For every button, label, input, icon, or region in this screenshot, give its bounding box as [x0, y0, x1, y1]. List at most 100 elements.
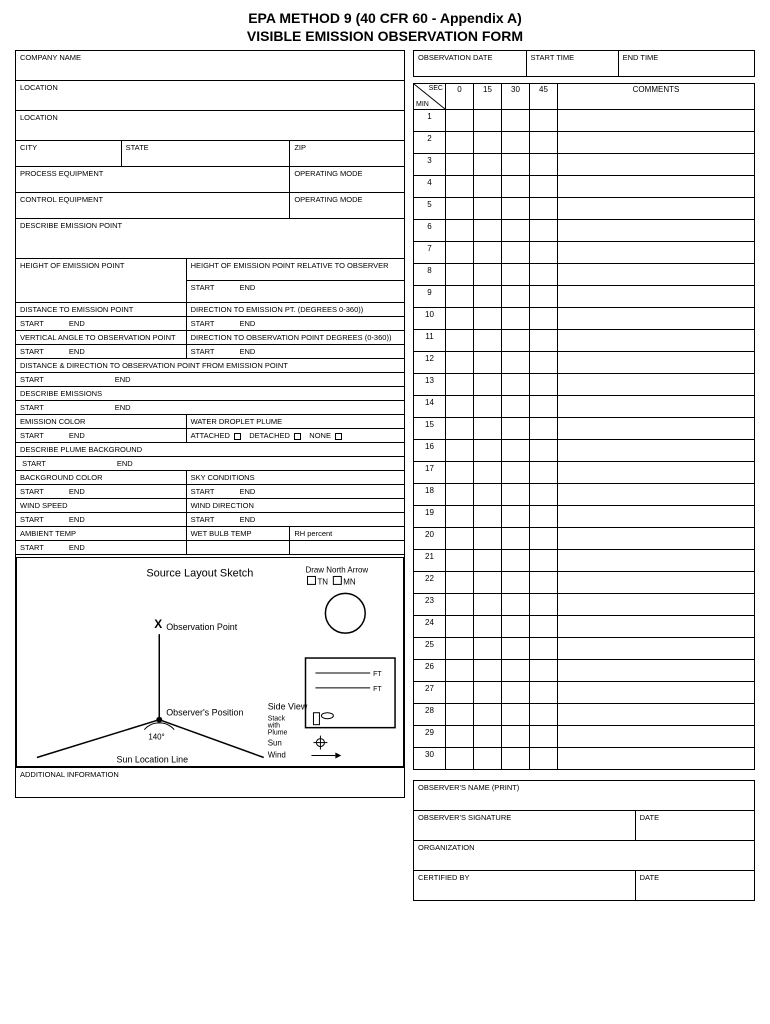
comment-cell[interactable] — [558, 462, 755, 484]
reading-cell[interactable] — [530, 198, 558, 220]
reading-cell[interactable] — [474, 132, 502, 154]
reading-cell[interactable] — [474, 110, 502, 132]
reading-cell[interactable] — [446, 176, 474, 198]
reading-cell[interactable] — [474, 484, 502, 506]
reading-cell[interactable] — [530, 110, 558, 132]
reading-cell[interactable] — [530, 264, 558, 286]
reading-cell[interactable] — [446, 572, 474, 594]
reading-cell[interactable] — [530, 132, 558, 154]
additional-info-field[interactable]: ADDITIONAL INFORMATION — [16, 768, 405, 798]
reading-cell[interactable] — [530, 506, 558, 528]
reading-cell[interactable] — [530, 594, 558, 616]
detached-checkbox[interactable] — [294, 433, 301, 440]
reading-cell[interactable] — [530, 154, 558, 176]
comment-cell[interactable] — [558, 748, 755, 770]
reading-cell[interactable] — [446, 154, 474, 176]
bg-color-startend[interactable]: START END — [16, 485, 187, 499]
reading-cell[interactable] — [530, 330, 558, 352]
reading-cell[interactable] — [502, 110, 530, 132]
reading-cell[interactable] — [474, 154, 502, 176]
reading-cell[interactable] — [502, 748, 530, 770]
signature-date-field[interactable]: DATE — [635, 811, 754, 841]
reading-cell[interactable] — [474, 616, 502, 638]
reading-cell[interactable] — [474, 308, 502, 330]
zip-field[interactable]: ZIP — [290, 141, 405, 167]
reading-cell[interactable] — [474, 682, 502, 704]
reading-cell[interactable] — [474, 572, 502, 594]
reading-cell[interactable] — [474, 198, 502, 220]
reading-cell[interactable] — [502, 704, 530, 726]
reading-cell[interactable] — [502, 616, 530, 638]
comment-cell[interactable] — [558, 132, 755, 154]
comment-cell[interactable] — [558, 242, 755, 264]
reading-cell[interactable] — [502, 220, 530, 242]
emission-color-startend[interactable]: START END — [16, 429, 187, 443]
ambient-temp-startend[interactable]: START END — [16, 541, 187, 555]
reading-cell[interactable] — [502, 726, 530, 748]
reading-cell[interactable] — [474, 594, 502, 616]
state-field[interactable]: STATE — [121, 141, 290, 167]
reading-cell[interactable] — [530, 528, 558, 550]
comment-cell[interactable] — [558, 154, 755, 176]
reading-cell[interactable] — [502, 660, 530, 682]
reading-cell[interactable] — [530, 308, 558, 330]
reading-cell[interactable] — [530, 748, 558, 770]
comment-cell[interactable] — [558, 506, 755, 528]
reading-cell[interactable] — [474, 660, 502, 682]
none-checkbox[interactable] — [335, 433, 342, 440]
describe-emissions-startend[interactable]: START END — [16, 401, 405, 415]
reading-cell[interactable] — [446, 396, 474, 418]
comment-cell[interactable] — [558, 682, 755, 704]
reading-cell[interactable] — [530, 682, 558, 704]
distance-ep-startend[interactable]: START END — [16, 317, 187, 331]
reading-cell[interactable] — [474, 330, 502, 352]
comment-cell[interactable] — [558, 440, 755, 462]
reading-cell[interactable] — [530, 242, 558, 264]
comment-cell[interactable] — [558, 308, 755, 330]
comment-cell[interactable] — [558, 198, 755, 220]
reading-cell[interactable] — [474, 418, 502, 440]
reading-cell[interactable] — [502, 352, 530, 374]
comment-cell[interactable] — [558, 484, 755, 506]
comment-cell[interactable] — [558, 616, 755, 638]
reading-cell[interactable] — [502, 308, 530, 330]
certified-by-field[interactable]: CERTIFIED BY — [414, 871, 636, 901]
comment-cell[interactable] — [558, 110, 755, 132]
direction-ep-startend[interactable]: START END — [186, 317, 404, 331]
start-time-field[interactable]: START TIME — [526, 51, 618, 77]
reading-cell[interactable] — [502, 418, 530, 440]
certified-date-field[interactable]: DATE — [635, 871, 754, 901]
reading-cell[interactable] — [446, 726, 474, 748]
reading-cell[interactable] — [446, 660, 474, 682]
reading-cell[interactable] — [502, 550, 530, 572]
reading-cell[interactable] — [502, 330, 530, 352]
reading-cell[interactable] — [530, 726, 558, 748]
reading-cell[interactable] — [446, 550, 474, 572]
reading-cell[interactable] — [474, 264, 502, 286]
reading-cell[interactable] — [530, 440, 558, 462]
sky-cond-startend[interactable]: START END — [186, 485, 404, 499]
reading-cell[interactable] — [474, 550, 502, 572]
reading-cell[interactable] — [446, 330, 474, 352]
comment-cell[interactable] — [558, 176, 755, 198]
reading-cell[interactable] — [446, 704, 474, 726]
reading-cell[interactable] — [446, 264, 474, 286]
wind-speed-startend[interactable]: START END — [16, 513, 187, 527]
reading-cell[interactable] — [530, 660, 558, 682]
reading-cell[interactable] — [530, 550, 558, 572]
reading-cell[interactable] — [446, 440, 474, 462]
water-droplet-options[interactable]: ATTACHED DETACHED NONE — [186, 429, 404, 443]
location-field-1[interactable]: LOCATION — [16, 81, 405, 111]
height-ep-rel-startend[interactable]: START END — [186, 281, 404, 303]
wind-dir-startend[interactable]: START END — [186, 513, 404, 527]
reading-cell[interactable] — [446, 418, 474, 440]
reading-cell[interactable] — [446, 682, 474, 704]
reading-cell[interactable] — [446, 374, 474, 396]
reading-cell[interactable] — [474, 440, 502, 462]
reading-cell[interactable] — [446, 242, 474, 264]
organization-field[interactable]: ORGANIZATION — [414, 841, 755, 871]
location-field-2[interactable]: LOCATION — [16, 111, 405, 141]
reading-cell[interactable] — [446, 352, 474, 374]
company-name-field[interactable]: COMPANY NAME — [16, 51, 405, 81]
comment-cell[interactable] — [558, 594, 755, 616]
